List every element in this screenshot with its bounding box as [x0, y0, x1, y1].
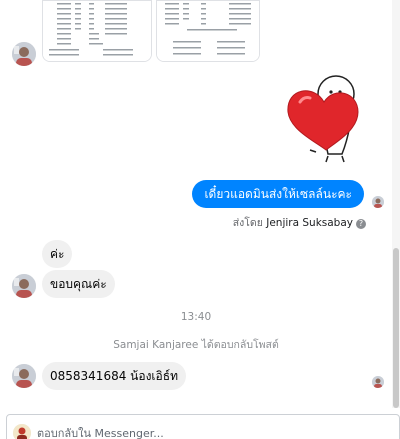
avatar-image — [13, 424, 31, 439]
page-avatar — [13, 424, 31, 439]
heart-hug-sticker[interactable] — [280, 72, 368, 164]
help-icon[interactable]: ? — [356, 219, 366, 229]
avatar-image — [12, 42, 36, 66]
scrollbar-thumb[interactable] — [393, 248, 399, 408]
contact-avatar[interactable] — [12, 274, 36, 298]
message-timestamp: 13:40 — [180, 311, 212, 323]
document-preview-icon — [157, 1, 259, 61]
reply-composer[interactable] — [6, 414, 400, 439]
incoming-message[interactable]: 0858341684 น้องเอิธ์ท — [42, 362, 186, 390]
avatar-image — [12, 364, 36, 388]
incoming-message[interactable]: ค่ะ — [42, 240, 73, 268]
system-notice: Samjai Kanjaree ได้ตอบกลับโพสต์ — [113, 339, 279, 351]
heart-sticker-icon — [287, 75, 359, 163]
incoming-message[interactable]: ขอบคุณค่ะ — [42, 270, 115, 298]
avatar-image — [372, 376, 384, 388]
reply-input[interactable] — [37, 421, 377, 439]
avatar-image — [12, 274, 36, 298]
sent-by-label: ส่งโดย Jenjira Suksabay? — [233, 214, 366, 231]
seen-avatar — [372, 376, 384, 388]
chat-thread: เดี๋ยวแอดมินส่งให้เซลล์นะคะ ส่งโดย Jenji… — [0, 0, 392, 408]
document-attachment[interactable] — [156, 0, 260, 62]
sent-by-prefix: ส่งโดย — [232, 217, 263, 229]
avatar-image — [372, 196, 384, 208]
document-attachment[interactable] — [42, 0, 152, 62]
sender-name[interactable]: Jenjira Suksabay — [266, 217, 353, 229]
outgoing-message[interactable]: เดี๋ยวแอดมินส่งให้เซลล์นะคะ — [192, 180, 364, 208]
scrollbar[interactable] — [392, 0, 400, 408]
document-preview-icon — [43, 1, 151, 61]
seen-avatar — [372, 196, 384, 208]
contact-avatar[interactable] — [12, 364, 36, 388]
contact-avatar[interactable] — [12, 42, 36, 66]
